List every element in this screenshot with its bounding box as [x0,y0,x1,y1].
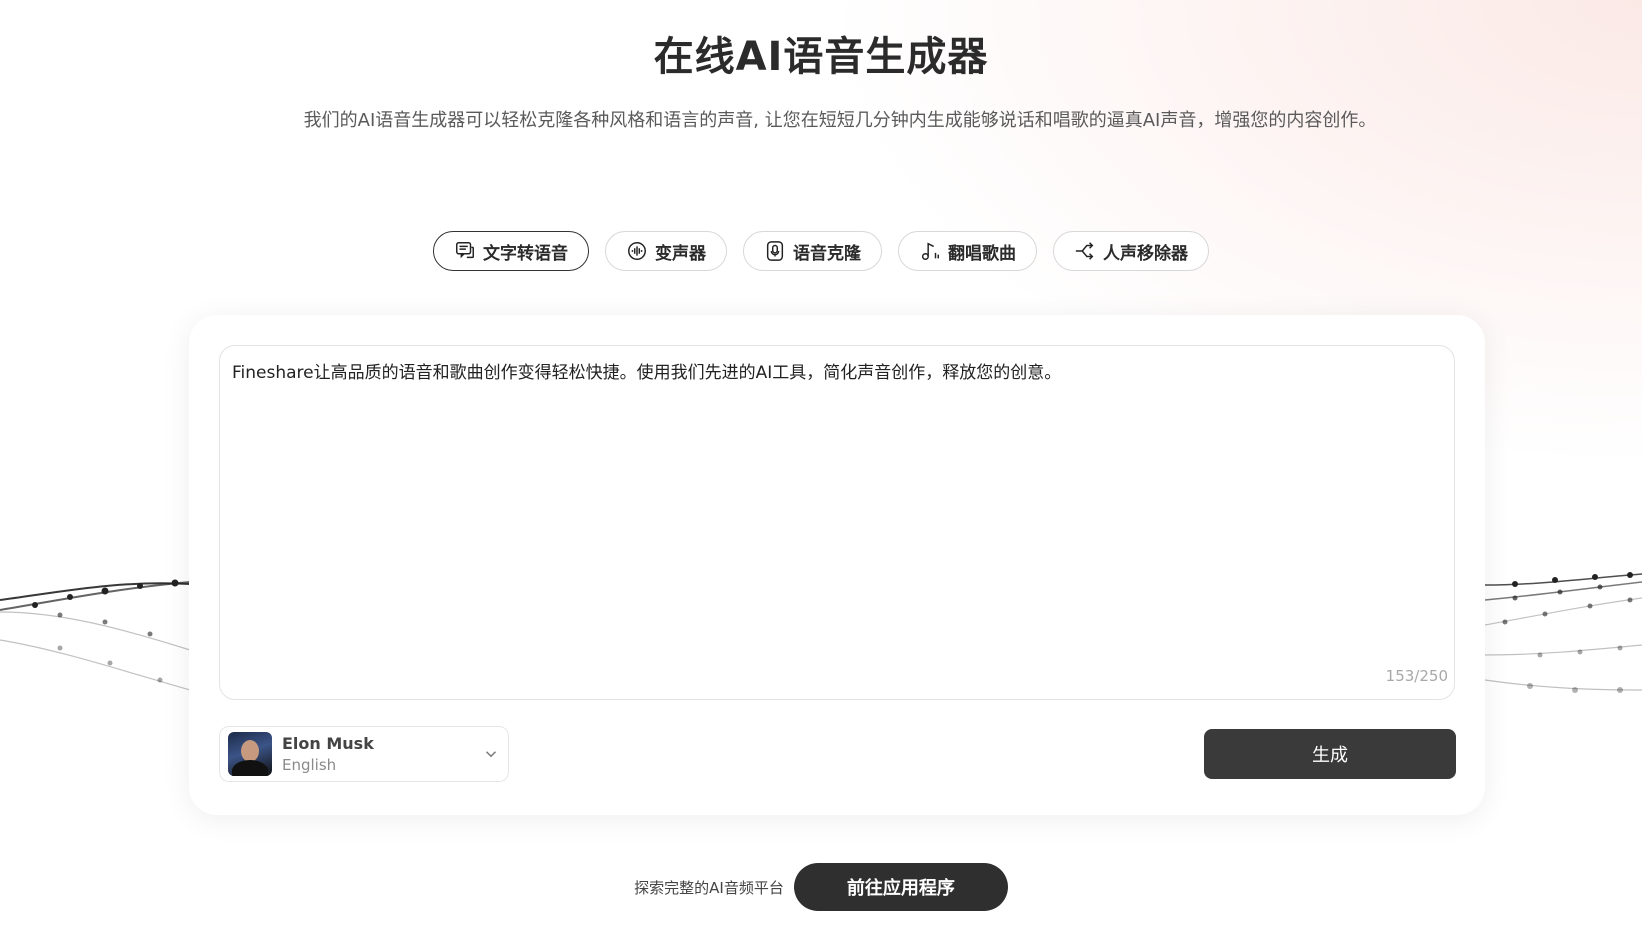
voice-name: Elon Musk [282,734,374,753]
tab-label: 人声移除器 [1103,243,1188,264]
music-note-icon [921,242,939,260]
tts-card: Fineshare让高品质的语音和歌曲创作变得轻松快捷。使用我们先进的AI工具，… [189,315,1485,815]
voice-language: English [282,756,337,774]
page-title: 在线AI语音生成器 [653,34,989,80]
footer-text: 探索完整的AI音频平台 [634,878,784,897]
page-subtitle: 我们的AI语音生成器可以轻松克隆各种风格和语言的声音, 让您在短短几分钟内生成能… [303,110,1377,131]
character-counter: 153/250 [1385,667,1448,685]
tab-label: 语音克隆 [793,243,861,264]
feature-tabs: 文字转语音 变声器 语音克隆 翻唱歌曲 人声移除器 [0,231,1642,271]
go-to-app-button[interactable]: 前往应用程序 [793,863,1008,911]
soundwave-icon [628,242,646,260]
voice-selector[interactable]: Elon Musk English [219,726,509,782]
text-input[interactable]: Fineshare让高品质的语音和歌曲创作变得轻松快捷。使用我们先进的AI工具，… [219,345,1455,700]
tab-label: 翻唱歌曲 [948,243,1016,264]
chat-bubble-icon [456,242,474,259]
voice-avatar [228,732,272,776]
tab-text-to-speech[interactable]: 文字转语音 [433,231,589,271]
tab-label: 文字转语音 [483,243,568,264]
footer-cta: 探索完整的AI音频平台 前往应用程序 [0,863,1642,911]
tab-vocal-remover[interactable]: 人声移除器 [1053,231,1209,271]
microphone-icon [766,241,784,261]
tab-ai-cover[interactable]: 翻唱歌曲 [898,231,1037,271]
tab-label: 变声器 [655,243,706,264]
split-icon [1075,242,1094,260]
chevron-down-icon [485,751,497,758]
tab-voice-clone[interactable]: 语音克隆 [743,231,882,271]
text-input-value: Fineshare让高品质的语音和歌曲创作变得轻松快捷。使用我们先进的AI工具，… [232,363,1062,383]
generate-button[interactable]: 生成 [1204,729,1456,779]
tab-voice-changer[interactable]: 变声器 [605,231,727,271]
